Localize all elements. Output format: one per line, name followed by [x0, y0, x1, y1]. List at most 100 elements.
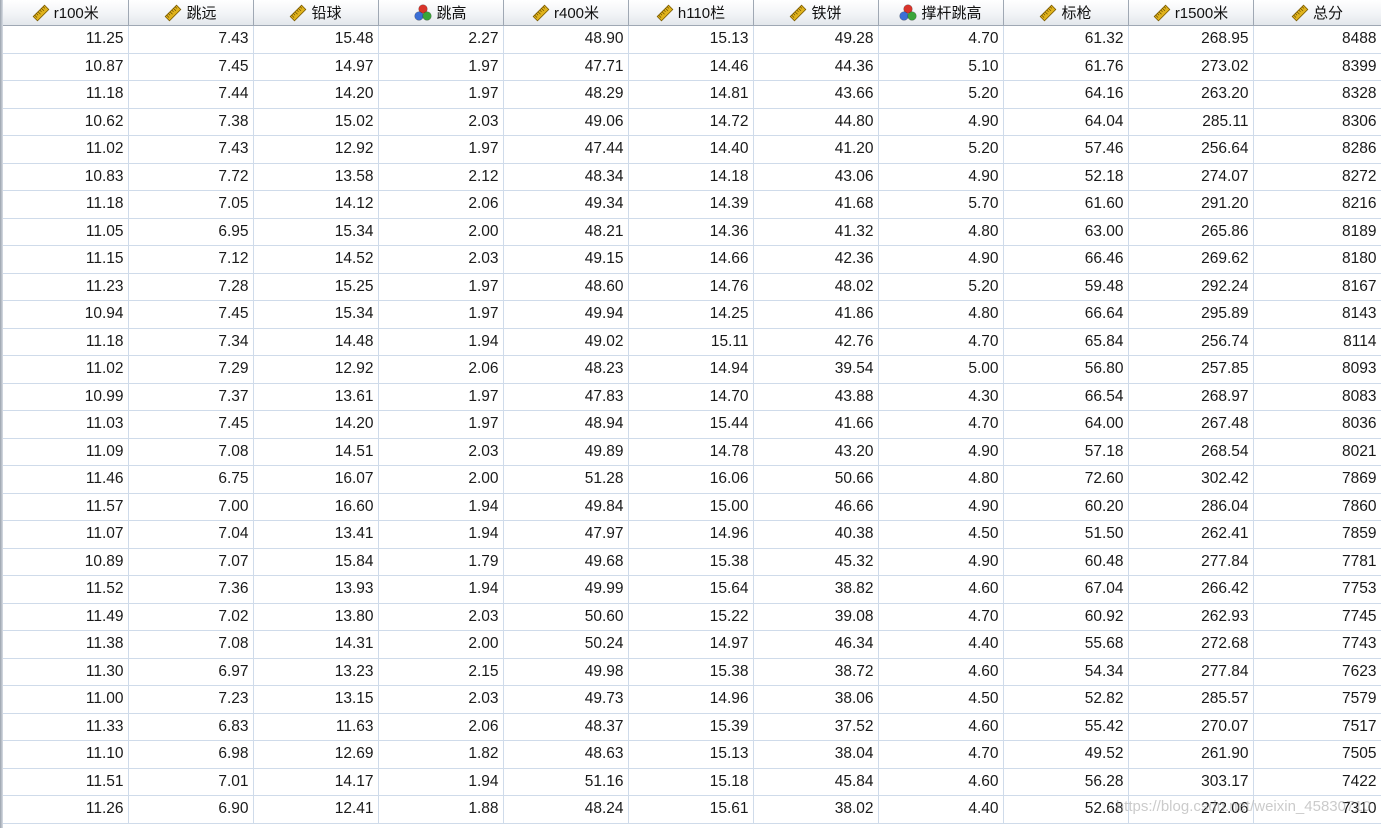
table-cell[interactable]: 7.43 [128, 25, 254, 54]
table-cell[interactable]: 42.76 [753, 328, 879, 356]
table-cell[interactable]: 7.44 [128, 80, 254, 109]
table-cell[interactable]: 11.49 [3, 603, 129, 631]
table-cell[interactable]: 47.44 [503, 135, 629, 164]
table-cell[interactable]: 59.48 [1003, 273, 1129, 301]
table-cell[interactable]: 257.85 [1128, 355, 1254, 384]
table-cell[interactable]: 14.78 [628, 438, 754, 466]
table-cell[interactable]: 11.51 [3, 768, 129, 796]
table-cell[interactable]: 5.20 [878, 80, 1004, 109]
table-cell[interactable]: 11.46 [3, 465, 129, 494]
table-cell[interactable]: 14.66 [628, 245, 754, 274]
table-cell[interactable]: 5.20 [878, 135, 1004, 164]
table-cell[interactable]: 2.27 [378, 25, 504, 54]
table-cell[interactable]: 47.83 [503, 383, 629, 411]
table-cell[interactable]: 10.89 [3, 548, 129, 576]
table-cell[interactable]: 4.60 [878, 658, 1004, 686]
table-cell[interactable]: 37.52 [753, 713, 879, 741]
table-cell[interactable]: 55.68 [1003, 630, 1129, 659]
table-cell[interactable]: 10.62 [3, 108, 129, 136]
table-cell[interactable]: 51.28 [503, 465, 629, 494]
table-cell[interactable]: 262.93 [1128, 603, 1254, 631]
table-cell[interactable]: 7.28 [128, 273, 254, 301]
table-cell[interactable]: 5.00 [878, 355, 1004, 384]
table-cell[interactable]: 14.72 [628, 108, 754, 136]
table-cell[interactable]: 11.09 [3, 438, 129, 466]
column-header[interactable]: 总分 [1253, 0, 1381, 26]
table-cell[interactable]: 43.66 [753, 80, 879, 109]
table-cell[interactable]: 303.17 [1128, 768, 1254, 796]
table-cell[interactable]: 60.48 [1003, 548, 1129, 576]
table-cell[interactable]: 13.23 [253, 658, 379, 686]
table-cell[interactable]: 8399 [1253, 53, 1381, 81]
table-cell[interactable]: 272.06 [1128, 795, 1254, 824]
table-cell[interactable]: 63.00 [1003, 218, 1129, 246]
table-cell[interactable]: 11.03 [3, 410, 129, 439]
table-cell[interactable]: 7.38 [128, 108, 254, 136]
table-cell[interactable]: 15.11 [628, 328, 754, 356]
table-cell[interactable]: 49.84 [503, 493, 629, 521]
table-cell[interactable]: 52.82 [1003, 685, 1129, 714]
table-cell[interactable]: 8114 [1253, 328, 1381, 356]
table-cell[interactable]: 4.60 [878, 768, 1004, 796]
table-cell[interactable]: 11.05 [3, 218, 129, 246]
table-cell[interactable]: 16.60 [253, 493, 379, 521]
table-cell[interactable]: 7.34 [128, 328, 254, 356]
table-cell[interactable]: 4.90 [878, 493, 1004, 521]
table-cell[interactable]: 12.41 [253, 795, 379, 824]
table-cell[interactable]: 6.98 [128, 740, 254, 769]
table-cell[interactable]: 15.00 [628, 493, 754, 521]
table-cell[interactable]: 16.07 [253, 465, 379, 494]
table-cell[interactable]: 8143 [1253, 300, 1381, 329]
table-cell[interactable]: 7.36 [128, 575, 254, 604]
table-cell[interactable]: 13.80 [253, 603, 379, 631]
table-cell[interactable]: 43.88 [753, 383, 879, 411]
table-cell[interactable]: 7623 [1253, 658, 1381, 686]
table-cell[interactable]: 256.64 [1128, 135, 1254, 164]
column-header[interactable]: 跳远 [128, 0, 254, 26]
table-cell[interactable]: 49.98 [503, 658, 629, 686]
table-cell[interactable]: 39.54 [753, 355, 879, 384]
table-cell[interactable]: 261.90 [1128, 740, 1254, 769]
table-cell[interactable]: 50.24 [503, 630, 629, 659]
table-cell[interactable]: 10.87 [3, 53, 129, 81]
table-cell[interactable]: 285.57 [1128, 685, 1254, 714]
table-cell[interactable]: 4.80 [878, 465, 1004, 494]
table-cell[interactable]: 7.07 [128, 548, 254, 576]
table-cell[interactable]: 8488 [1253, 25, 1381, 54]
table-cell[interactable]: 60.20 [1003, 493, 1129, 521]
table-cell[interactable]: 48.94 [503, 410, 629, 439]
table-cell[interactable]: 268.97 [1128, 383, 1254, 411]
table-cell[interactable]: 1.94 [378, 520, 504, 549]
table-cell[interactable]: 14.39 [628, 190, 754, 219]
table-cell[interactable]: 292.24 [1128, 273, 1254, 301]
table-cell[interactable]: 66.64 [1003, 300, 1129, 329]
table-cell[interactable]: 2.03 [378, 108, 504, 136]
table-cell[interactable]: 8286 [1253, 135, 1381, 164]
table-cell[interactable]: 14.96 [628, 685, 754, 714]
table-cell[interactable]: 13.58 [253, 163, 379, 191]
table-cell[interactable]: 11.02 [3, 355, 129, 384]
table-cell[interactable]: 49.06 [503, 108, 629, 136]
table-cell[interactable]: 45.32 [753, 548, 879, 576]
table-cell[interactable]: 57.18 [1003, 438, 1129, 466]
table-cell[interactable]: 1.88 [378, 795, 504, 824]
table-cell[interactable]: 48.63 [503, 740, 629, 769]
table-cell[interactable]: 1.94 [378, 493, 504, 521]
table-cell[interactable]: 61.60 [1003, 190, 1129, 219]
table-cell[interactable]: 8021 [1253, 438, 1381, 466]
table-cell[interactable]: 285.11 [1128, 108, 1254, 136]
table-cell[interactable]: 49.02 [503, 328, 629, 356]
table-cell[interactable]: 1.82 [378, 740, 504, 769]
table-cell[interactable]: 256.74 [1128, 328, 1254, 356]
table-cell[interactable]: 7.23 [128, 685, 254, 714]
table-cell[interactable]: 15.61 [628, 795, 754, 824]
table-cell[interactable]: 40.38 [753, 520, 879, 549]
table-cell[interactable]: 11.63 [253, 713, 379, 741]
table-cell[interactable]: 263.20 [1128, 80, 1254, 109]
column-header[interactable]: r400米 [503, 0, 629, 26]
table-cell[interactable]: 6.95 [128, 218, 254, 246]
table-cell[interactable]: 47.97 [503, 520, 629, 549]
table-cell[interactable]: 14.48 [253, 328, 379, 356]
table-cell[interactable]: 49.99 [503, 575, 629, 604]
table-cell[interactable]: 267.48 [1128, 410, 1254, 439]
